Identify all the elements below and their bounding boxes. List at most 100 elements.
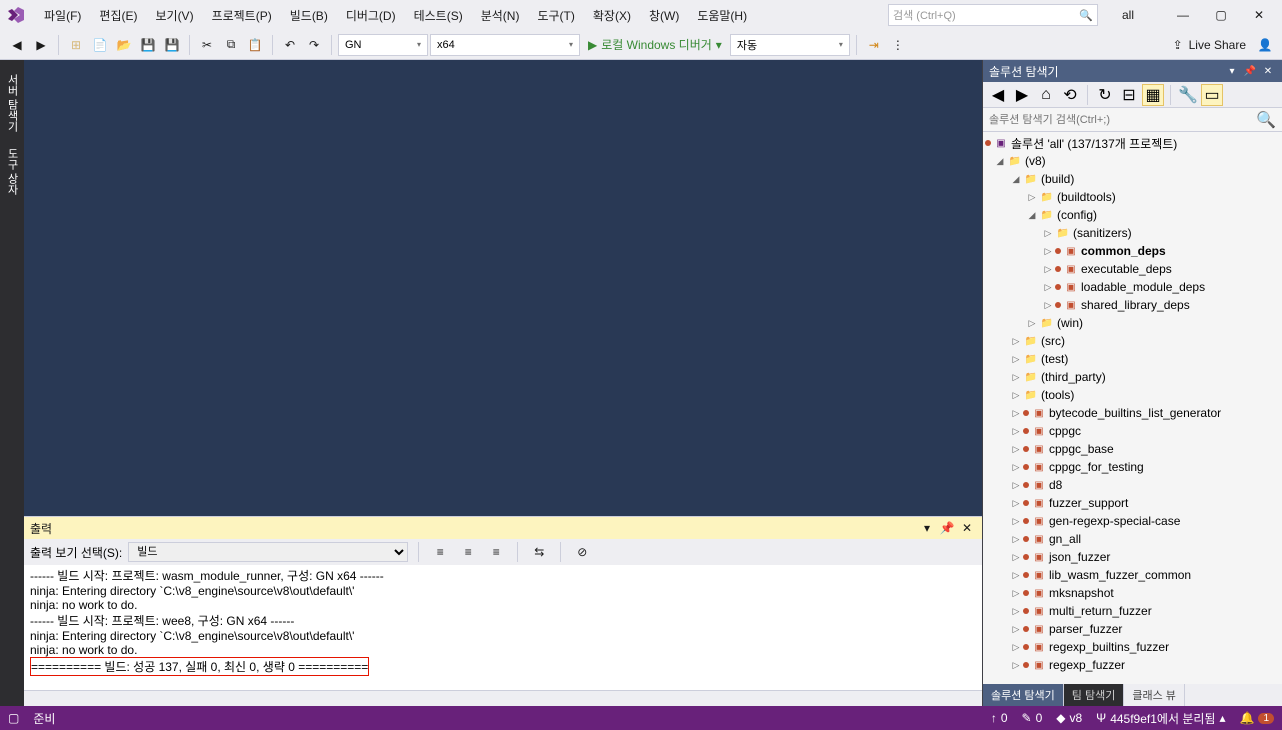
show-all-icon[interactable]: ▦	[1142, 84, 1164, 106]
dropdown-icon[interactable]: ▾	[918, 519, 936, 537]
status-publish[interactable]: ↑0	[991, 711, 1008, 725]
feedback-button[interactable]: 👤	[1254, 34, 1276, 56]
wrap-button[interactable]: ⇆	[528, 541, 550, 563]
menu-tools[interactable]: 도구(T)	[529, 3, 582, 28]
tree-folder-tools[interactable]: ▷📁(tools)	[983, 386, 1282, 404]
nav-fwd-button[interactable]: ▶	[30, 34, 52, 56]
menu-test[interactable]: 테스트(S)	[406, 3, 471, 28]
new-file-button[interactable]: 📄	[89, 34, 111, 56]
tree-folder-src[interactable]: ▷📁(src)	[983, 332, 1282, 350]
step-button[interactable]: ⇥	[863, 34, 885, 56]
tab-class-view[interactable]: 클래스 뷰	[1124, 684, 1185, 706]
tree-project[interactable]: ▷▣fuzzer_support	[983, 494, 1282, 512]
copy-button[interactable]: ⧉	[220, 34, 242, 56]
sync-icon[interactable]: ⟲	[1059, 84, 1081, 106]
tree-folder-build[interactable]: ◢📁(build)	[983, 170, 1282, 188]
tree-folder-third-party[interactable]: ▷📁(third_party)	[983, 368, 1282, 386]
solution-explorer-title[interactable]: 솔루션 탐색기 ▾ 📌 ✕	[983, 60, 1282, 82]
tree-project[interactable]: ▷▣json_fuzzer	[983, 548, 1282, 566]
status-repo[interactable]: ◆v8	[1056, 711, 1082, 725]
refresh-icon[interactable]: ↻	[1094, 84, 1116, 106]
collapse-icon[interactable]: ⊟	[1118, 84, 1140, 106]
fwd-icon[interactable]: ▶	[1011, 84, 1033, 106]
maximize-button[interactable]: ▢	[1204, 3, 1238, 27]
clear-button[interactable]: ≡	[485, 541, 507, 563]
mode-combo[interactable]: 자동▾	[730, 34, 850, 56]
pin-icon[interactable]: 📌	[938, 519, 956, 537]
menu-extensions[interactable]: 확장(X)	[585, 3, 639, 28]
tree-solution-root[interactable]: ▣솔루션 'all' (137/137개 프로젝트)	[983, 134, 1282, 152]
solution-explorer-search[interactable]: 🔍	[983, 108, 1282, 132]
tree-folder-config[interactable]: ◢📁(config)	[983, 206, 1282, 224]
live-share-button[interactable]: ⇪ Live Share	[1167, 38, 1252, 52]
tree-item-loadable-module-deps[interactable]: ▷▣loadable_module_deps	[983, 278, 1282, 296]
start-debug-button[interactable]: ▶ 로컬 Windows 디버거 ▾	[582, 36, 728, 53]
menu-analyze[interactable]: 분석(N)	[473, 3, 528, 28]
cut-button[interactable]: ✂	[196, 34, 218, 56]
status-branch[interactable]: Ψ445f9ef1에서 분리됨 ▴	[1096, 710, 1225, 727]
tree-project[interactable]: ▷▣gen-regexp-special-case	[983, 512, 1282, 530]
open-button[interactable]: 📂	[113, 34, 135, 56]
tree-folder-sanitizers[interactable]: ▷📁(sanitizers)	[983, 224, 1282, 242]
menu-window[interactable]: 창(W)	[641, 3, 687, 28]
clear-all-button[interactable]: ⊘	[571, 541, 593, 563]
menu-edit[interactable]: 편집(E)	[91, 3, 145, 28]
output-title-bar[interactable]: 출력 ▾ 📌 ✕	[24, 517, 982, 539]
pin-icon[interactable]: 📌	[1242, 63, 1258, 79]
properties-icon[interactable]: 🔧	[1177, 84, 1199, 106]
menu-project[interactable]: 프로젝트(P)	[204, 3, 280, 28]
editor-area[interactable]	[24, 60, 982, 516]
config-combo[interactable]: GN▾	[338, 34, 428, 56]
tree-project[interactable]: ▷▣parser_fuzzer	[983, 620, 1282, 638]
dropdown-icon[interactable]: ▾	[1224, 63, 1240, 79]
nav-back-button[interactable]: ◀	[6, 34, 28, 56]
solution-context[interactable]: all	[1112, 6, 1144, 24]
tree-project[interactable]: ▷▣regexp_fuzzer	[983, 656, 1282, 674]
new-project-button[interactable]: ⊞	[65, 34, 87, 56]
tree-project[interactable]: ▷▣cppgc	[983, 422, 1282, 440]
tree-item-executable-deps[interactable]: ▷▣executable_deps	[983, 260, 1282, 278]
back-icon[interactable]: ◀	[987, 84, 1009, 106]
tree-project[interactable]: ▷▣d8	[983, 476, 1282, 494]
output-scrollbar[interactable]	[24, 690, 982, 706]
close-button[interactable]: ✕	[1242, 3, 1276, 27]
solution-search-input[interactable]	[989, 114, 1256, 126]
platform-combo[interactable]: x64▾	[430, 34, 580, 56]
tree-project[interactable]: ▷▣multi_return_fuzzer	[983, 602, 1282, 620]
tree-folder-v8[interactable]: ◢📁(v8)	[983, 152, 1282, 170]
tree-project[interactable]: ▷▣bytecode_builtins_list_generator	[983, 404, 1282, 422]
output-source-combo[interactable]: 빌드	[128, 542, 408, 562]
menu-view[interactable]: 보기(V)	[147, 3, 201, 28]
step2-button[interactable]: ⋮	[887, 34, 909, 56]
tab-team-explorer[interactable]: 팀 탐색기	[1064, 684, 1125, 706]
goto-next-button[interactable]: ≡	[457, 541, 479, 563]
tree-project[interactable]: ▷▣cppgc_base	[983, 440, 1282, 458]
undo-button[interactable]: ↶	[279, 34, 301, 56]
tree-folder-win[interactable]: ▷📁(win)	[983, 314, 1282, 332]
menu-build[interactable]: 빌드(B)	[282, 3, 336, 28]
goto-prev-button[interactable]: ≡	[429, 541, 451, 563]
preview-icon[interactable]: ▭	[1201, 84, 1223, 106]
redo-button[interactable]: ↷	[303, 34, 325, 56]
tree-project[interactable]: ▷▣cppgc_for_testing	[983, 458, 1282, 476]
output-text[interactable]: ------ 빌드 시작: 프로젝트: wasm_module_runner, …	[24, 565, 982, 690]
status-changes[interactable]: ✎0	[1022, 711, 1043, 725]
tree-project[interactable]: ▷▣gn_all	[983, 530, 1282, 548]
save-button[interactable]: 💾	[137, 34, 159, 56]
tab-solution-explorer[interactable]: 솔루션 탐색기	[983, 684, 1064, 706]
tree-folder-buildtools[interactable]: ▷📁(buildtools)	[983, 188, 1282, 206]
menu-help[interactable]: 도움말(H)	[689, 3, 755, 28]
save-all-button[interactable]: 💾	[161, 34, 183, 56]
close-icon[interactable]: ✕	[958, 519, 976, 537]
quick-search[interactable]: 검색 (Ctrl+Q) 🔍	[888, 4, 1098, 26]
tree-item-shared-library-deps[interactable]: ▷▣shared_library_deps	[983, 296, 1282, 314]
menu-debug[interactable]: 디버그(D)	[338, 3, 404, 28]
close-icon[interactable]: ✕	[1260, 63, 1276, 79]
tree-project[interactable]: ▷▣lib_wasm_fuzzer_common	[983, 566, 1282, 584]
paste-button[interactable]: 📋	[244, 34, 266, 56]
server-explorer-tab[interactable]: 서버 탐색기	[0, 66, 24, 140]
solution-tree[interactable]: ▣솔루션 'all' (137/137개 프로젝트) ◢📁(v8) ◢📁(bui…	[983, 132, 1282, 684]
minimize-button[interactable]: —	[1166, 3, 1200, 27]
toolbox-tab[interactable]: 도구 상자	[0, 140, 24, 203]
tree-project[interactable]: ▷▣regexp_builtins_fuzzer	[983, 638, 1282, 656]
